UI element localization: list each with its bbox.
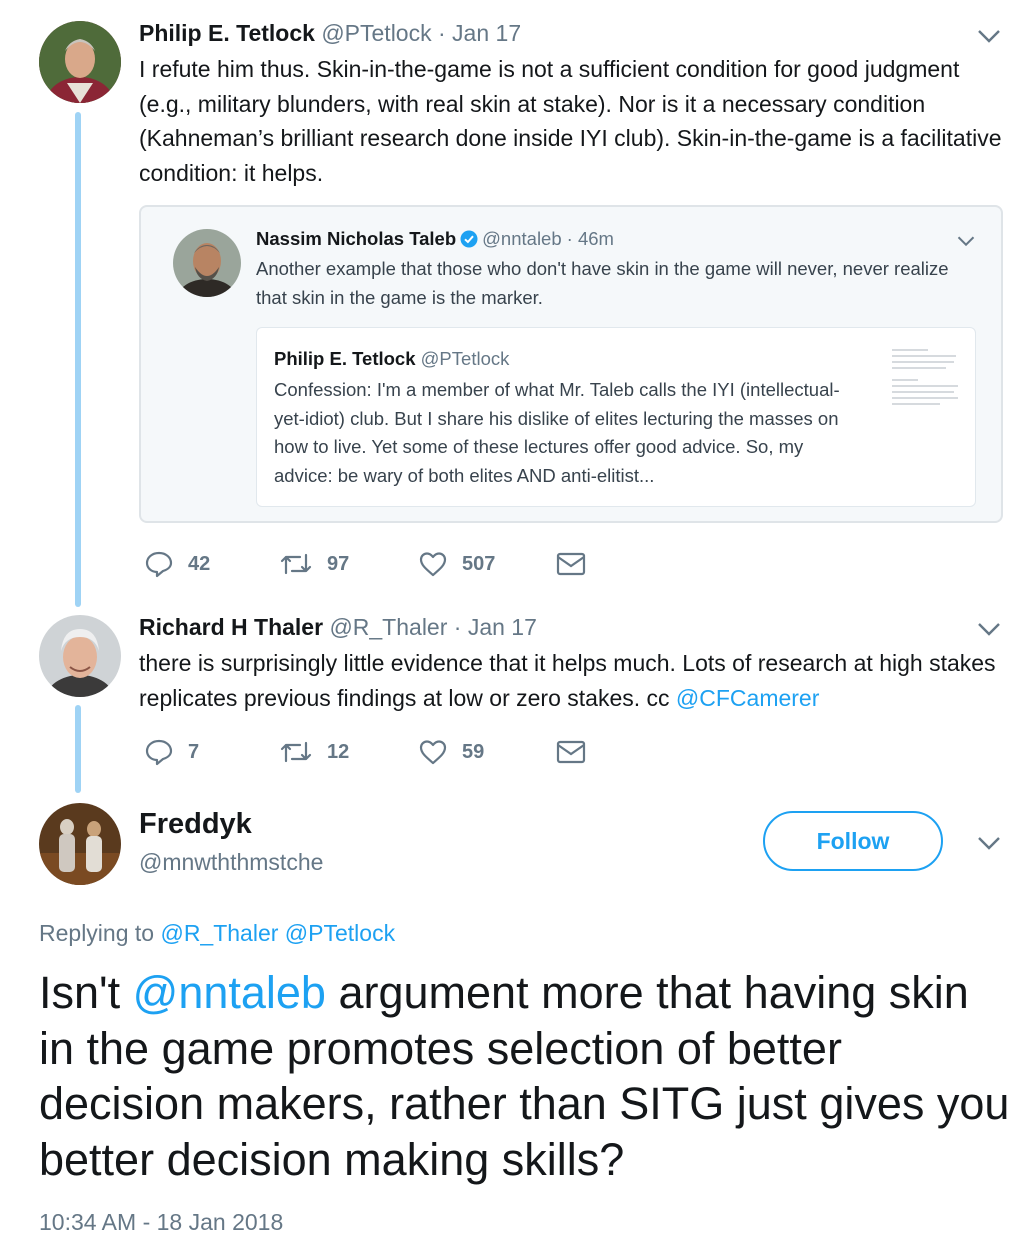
heart-icon [419,740,447,765]
retweet-count: 97 [327,552,350,575]
quoted-avatar [173,229,241,297]
quoted-header: Nassim Nicholas Taleb @nntaleb · 46m [256,228,614,250]
mention-link[interactable]: @CFCamerer [676,685,819,711]
chevron-down-icon[interactable] [977,28,1001,44]
author-name[interactable]: Philip E. Tetlock [139,20,315,46]
like-button[interactable]: 59 [418,738,484,766]
author-name[interactable]: Richard H Thaler [139,614,323,640]
reply-count: 42 [188,552,211,575]
main-text-before: Isn't [39,967,133,1018]
quoted-time: · 46m [566,228,614,249]
user-handle[interactable]: @mnwththmstche [139,849,323,876]
tweet-header: Richard H Thaler @R_Thaler · Jan 17 [139,614,537,641]
tweet-text: I refute him thus. Skin-in-the-game is n… [139,56,1002,186]
like-button[interactable]: 507 [418,550,495,578]
tweet-timestamp[interactable]: 10:34 AM - 18 Jan 2018 [39,1209,283,1236]
avatar[interactable] [39,615,121,697]
reply-button[interactable]: 7 [144,738,199,766]
replying-to: Replying to @R_Thaler @PTetlock [39,920,395,947]
follow-button[interactable]: Follow [763,811,943,871]
display-name[interactable]: Freddyk [139,808,252,841]
author-handle[interactable]: @R_Thaler [329,614,447,640]
thread-line [75,705,81,793]
main-tweet-text: Isn't @nntaleb argument more that having… [39,965,1014,1187]
retweet-button[interactable]: 97 [279,550,349,578]
tweet-header: Philip E. Tetlock @PTetlock · Jan 17 [139,20,521,47]
thread-line [75,112,81,607]
reply-icon [145,739,173,766]
message-icon[interactable] [556,551,586,577]
reply-icon [145,551,173,578]
reply-count: 7 [188,740,200,763]
verified-badge-icon [460,230,478,248]
replying-handles-link[interactable]: @R_Thaler @PTetlock [160,920,395,946]
chevron-down-icon[interactable] [977,835,1001,851]
avatar[interactable] [39,803,121,885]
chevron-down-icon [957,236,975,247]
tweet-time[interactable]: · Jan 17 [438,20,521,46]
tweet-text: there is surprisingly little evidence th… [139,646,1004,715]
retweet-button[interactable]: 12 [279,738,349,766]
retweet-icon [280,741,312,763]
nested-author-name: Philip E. Tetlock @PTetlock [274,348,509,370]
nested-handle: @PTetlock [420,348,510,369]
retweet-count: 12 [327,740,350,763]
heart-icon [419,552,447,577]
nested-thumbnail [888,344,960,414]
reply-button[interactable]: 42 [144,550,210,578]
nested-name: Philip E. Tetlock [274,348,416,369]
quoted-text: Another example that those who don't hav… [256,258,949,308]
like-count: 507 [462,552,496,575]
replying-prefix: Replying to [39,920,161,946]
tweet-text-content: there is surprisingly little evidence th… [139,650,996,711]
like-count: 59 [462,740,485,763]
nested-text: Confession: I'm a member of what Mr. Tal… [274,379,840,486]
chevron-down-icon[interactable] [977,621,1001,637]
mention-link[interactable]: @nntaleb [133,967,326,1018]
quoted-author-name: Nassim Nicholas Taleb [256,228,457,249]
tweet-time[interactable]: · Jan 17 [454,614,537,640]
message-icon[interactable] [556,739,586,765]
quoted-author-handle: @nntaleb [482,228,562,249]
author-handle[interactable]: @PTetlock [321,20,431,46]
retweet-icon [280,553,312,575]
avatar[interactable] [39,21,121,103]
